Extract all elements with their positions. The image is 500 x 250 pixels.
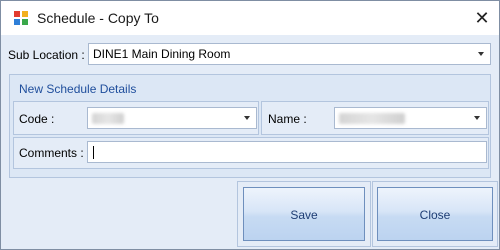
chevron-down-icon[interactable] [478,52,484,56]
comments-label: Comments : [19,146,84,160]
schedule-app-icon [14,11,28,25]
title-bar: Schedule - Copy To ✕ [1,1,499,35]
sub-location-value: DINE1 Main Dining Room [93,47,231,61]
chevron-down-icon[interactable] [474,116,480,120]
copy-to-dialog: Schedule - Copy To ✕ Sub Location : DINE… [0,0,500,250]
name-dropdown[interactable] [334,107,487,129]
close-button[interactable]: Close [377,187,493,241]
chevron-down-icon[interactable] [244,116,250,120]
code-label: Code : [19,112,55,126]
code-dropdown[interactable] [87,107,257,129]
window-title: Schedule - Copy To [37,10,159,26]
name-label: Name : [268,112,307,126]
redacted-name [339,113,405,124]
comments-input[interactable] [87,141,487,163]
sub-location-dropdown[interactable]: DINE1 Main Dining Room [88,43,491,65]
redacted-code [92,113,124,124]
save-button[interactable]: Save [243,187,365,241]
sub-location-label: Sub Location : [8,48,85,62]
text-caret [93,146,94,159]
close-icon[interactable]: ✕ [471,7,493,29]
group-caption: New Schedule Details [19,82,137,96]
